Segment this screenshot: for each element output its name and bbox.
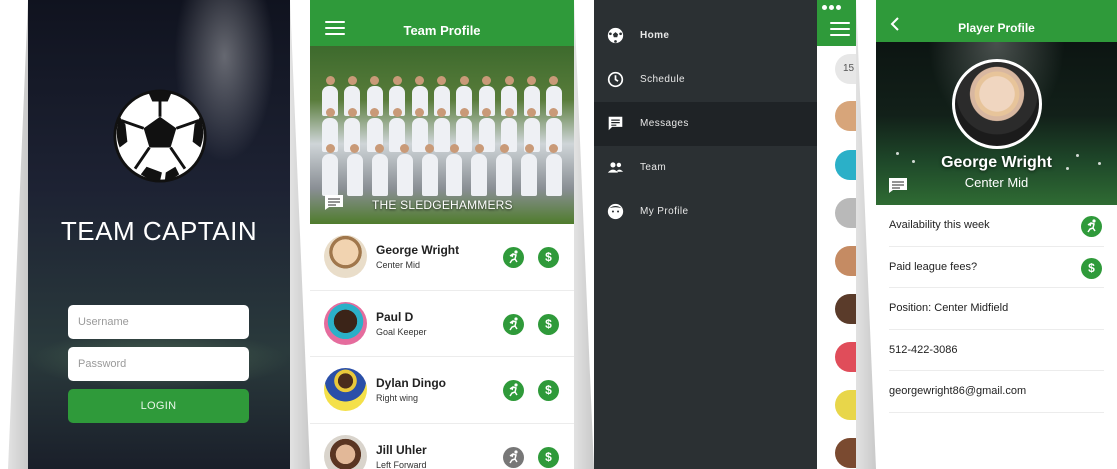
player-name: Dylan Dingo (376, 376, 447, 390)
menu-label: My Profile (640, 206, 689, 217)
avatar (835, 101, 856, 131)
peek-header (817, 0, 856, 46)
player-info-list: Availability this week Paid league fees?… (889, 205, 1104, 413)
dollar-icon[interactable]: $ (538, 247, 559, 268)
running-icon[interactable] (1081, 216, 1102, 237)
fees-row[interactable]: Paid league fees? $ (889, 247, 1104, 288)
username-input[interactable] (68, 305, 249, 339)
screen-shadow (856, 0, 876, 469)
dollar-icon[interactable]: $ (1081, 257, 1102, 279)
email-address: georgewright86@gmail.com (889, 385, 1027, 397)
screen-shadow (290, 0, 310, 469)
app-showcase: TEAM CAPTAIN LOGIN Team Profile (0, 0, 1117, 469)
player-name: Jill Uhler (376, 442, 427, 457)
player-row[interactable]: Paul D Goal Keeper $ (310, 291, 574, 357)
login-button[interactable]: LOGIN (68, 389, 249, 423)
page-title: Team Profile (403, 23, 481, 38)
player-header: Player Profile (876, 0, 1117, 42)
menu-item-schedule[interactable]: Schedule (594, 58, 817, 102)
underlying-screen-peek[interactable]: 15 (817, 0, 856, 469)
player-position: Center Mid (376, 260, 421, 270)
avatar (835, 342, 856, 372)
team-profile-screen: Team Profile THE SLEDGEHAMMERS George Wr… (310, 0, 574, 469)
dollar-icon[interactable]: $ (538, 313, 559, 335)
dollar-icon[interactable]: $ (538, 446, 559, 468)
player-position: Goal Keeper (376, 326, 427, 337)
player-name: George Wright (941, 154, 1052, 171)
availability-row[interactable]: Availability this week (889, 205, 1104, 247)
player-position: Left Forward (376, 459, 427, 469)
team-photo: THE SLEDGEHAMMERS (310, 46, 574, 224)
profile-face-icon (607, 203, 624, 220)
player-row[interactable]: Jill Uhler Left Forward $ (310, 424, 574, 469)
avatar (835, 438, 856, 468)
message-icon[interactable] (888, 177, 908, 194)
player-avatar (952, 59, 1042, 149)
running-icon[interactable] (503, 446, 524, 468)
menu-label: Schedule (640, 74, 685, 85)
avatar (324, 235, 367, 278)
page-title: Player Profile (958, 21, 1035, 35)
avatar (324, 301, 367, 345)
menu-label: Messages (640, 118, 689, 129)
position-row: Position: Center Midfield (889, 288, 1104, 330)
menu-item-team[interactable]: Team (594, 146, 817, 190)
phone-row[interactable]: 512-422-3086 (889, 330, 1104, 371)
player-name: Paul D (376, 309, 414, 324)
avatar (324, 368, 367, 411)
menu-label: Home (640, 30, 670, 41)
screen-shadow (574, 0, 594, 469)
soccer-ball-logo (113, 89, 207, 183)
menu-label: Team (640, 162, 667, 173)
player-hero: George Wright Center Mid (876, 42, 1117, 205)
menu-item-home[interactable]: Home (594, 14, 817, 58)
hamburger-menu-icon[interactable] (830, 22, 850, 36)
avatar (835, 198, 856, 228)
player-row[interactable]: Dylan Dingo Right wing $ (310, 357, 574, 424)
running-icon[interactable] (503, 247, 524, 268)
menu-item-my-profile[interactable]: My Profile (594, 190, 817, 234)
password-input[interactable] (68, 347, 249, 381)
clock-icon (607, 71, 624, 88)
avatar (835, 150, 856, 180)
avatar (835, 246, 856, 276)
player-row[interactable]: George Wright Center Mid $ (310, 224, 574, 291)
screen-shadow (8, 0, 28, 469)
side-menu-screen: Home Schedule Messages Team My Profile 1… (594, 0, 856, 469)
people-icon (607, 162, 624, 173)
player-list: George Wright Center Mid $ Paul D Goal K… (310, 224, 574, 469)
dollar-icon[interactable]: $ (538, 380, 559, 401)
player-name: George Wright (376, 243, 460, 257)
message-icon (608, 116, 623, 131)
message-icon[interactable] (324, 194, 344, 211)
app-title: TEAM CAPTAIN (60, 216, 258, 246)
date-badge: 15 (835, 54, 856, 84)
player-position: Right wing (376, 393, 419, 403)
running-icon[interactable] (503, 380, 524, 401)
menu-item-messages[interactable]: Messages (594, 102, 817, 146)
side-menu: Home Schedule Messages Team My Profile (594, 0, 817, 469)
player-position: Center Mid (964, 175, 1029, 190)
info-text: Position: Center Midfield (889, 302, 1009, 314)
player-profile-screen: Player Profile George Wright Center Mid … (876, 0, 1117, 469)
info-text: Availability this week (889, 219, 990, 231)
phone-number: 512-422-3086 (889, 343, 958, 356)
signal-dots (822, 5, 841, 10)
avatar (835, 294, 856, 324)
team-header: Team Profile (310, 0, 574, 46)
email-row[interactable]: georgewright86@gmail.com (889, 371, 1104, 413)
running-icon[interactable] (503, 313, 524, 335)
team-name: THE SLEDGEHAMMERS (372, 198, 513, 212)
info-text: Paid league fees? (889, 260, 978, 273)
avatar (324, 434, 367, 469)
avatar (835, 390, 856, 420)
login-screen: TEAM CAPTAIN LOGIN (28, 0, 290, 469)
soccer-ball-icon (607, 27, 624, 44)
